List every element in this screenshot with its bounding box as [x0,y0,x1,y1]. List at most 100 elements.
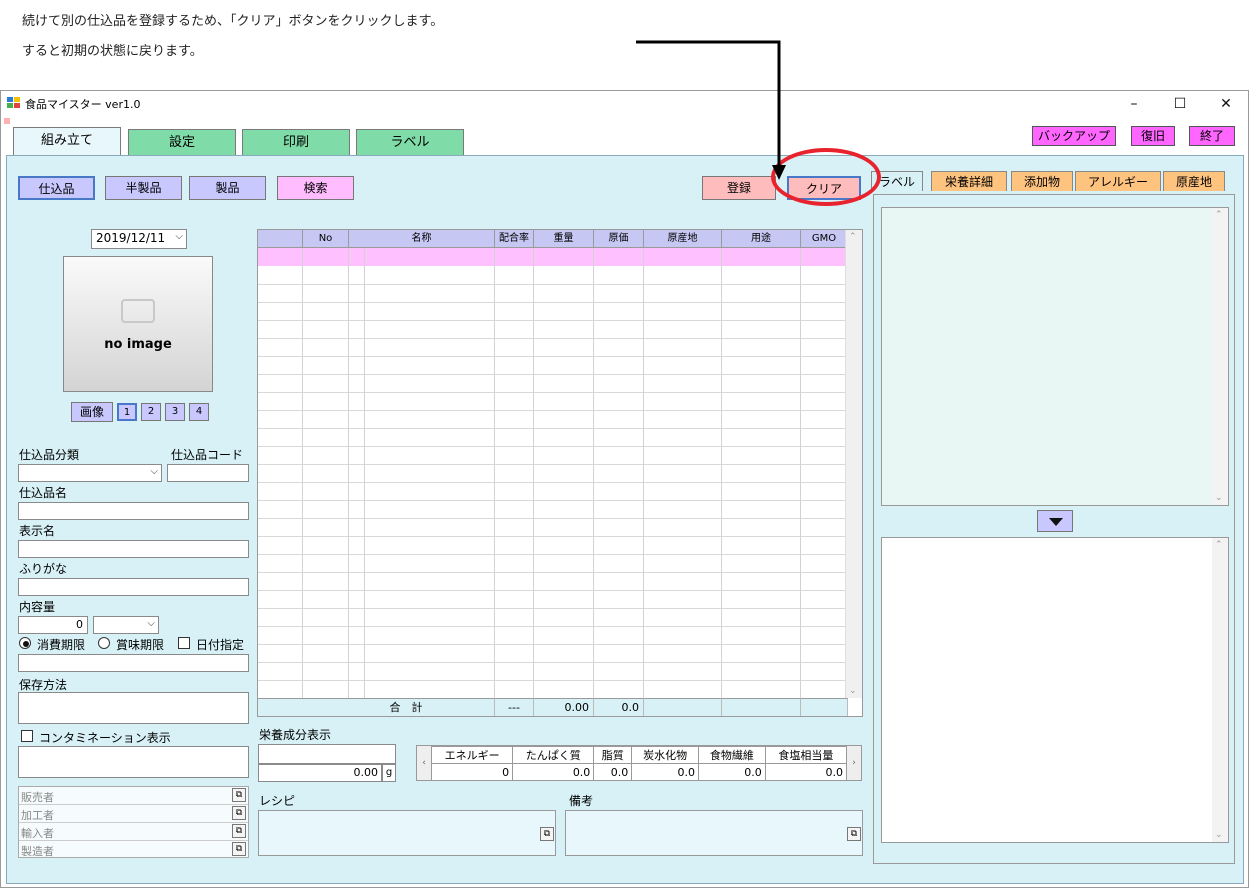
table-row[interactable] [258,536,848,555]
table-row[interactable] [258,302,848,321]
table-row[interactable] [258,554,848,573]
label-text-area[interactable]: ⌃ ⌄ [881,537,1229,843]
scroll-right-icon[interactable]: › [847,746,861,780]
notes-input[interactable]: ⧉ [565,810,863,856]
nutri-value: 0.0 [764,763,848,781]
category-product-button[interactable]: 製品 [189,176,266,200]
table-row[interactable] [258,392,848,411]
tab-label[interactable]: ラベル [356,129,464,155]
table-row[interactable] [258,410,848,429]
radio-consume-label: 消費期限 [37,638,86,652]
tab-settings[interactable]: 設定 [128,129,236,155]
minimize-button[interactable]: – [1111,93,1157,115]
backup-button[interactable]: バックアップ [1032,126,1116,146]
content-unit-select[interactable]: ⌵ [93,616,159,634]
radio-consume[interactable] [19,637,31,649]
tab-additives[interactable]: 添加物 [1011,171,1073,191]
table-row[interactable] [258,500,848,519]
grid-header-name: 名称 [349,230,495,248]
grid-col-line [494,248,495,698]
category-select[interactable]: ⌵ [18,464,162,482]
table-row[interactable] [258,680,848,699]
nutrition-amount-input[interactable]: 0.00 [258,764,382,782]
grid-col-line [643,248,644,698]
expand-down-button[interactable] [1037,510,1073,532]
table-row[interactable] [258,284,848,303]
grid-footer-origin [644,698,722,716]
table-row[interactable] [258,338,848,357]
scroll-down-icon[interactable]: ⌄ [1215,493,1223,503]
code-input[interactable] [167,464,249,482]
table-row[interactable] [258,662,848,681]
date-specify-checkbox[interactable] [178,637,190,649]
table-row[interactable] [258,608,848,627]
image-page-3[interactable]: 3 [165,403,185,421]
radio-best-before[interactable] [98,637,110,649]
register-button[interactable]: 登録 [702,176,776,200]
selected-row[interactable] [258,248,848,266]
storage-input[interactable] [18,692,249,724]
grid-header-gmo: GMO [801,230,848,248]
nutrition-name-input[interactable] [258,744,396,764]
date-picker[interactable]: 2019/12/11 ⌵ [91,229,187,249]
close-button[interactable]: ✕ [1203,93,1249,115]
recipe-input[interactable]: ⧉ [258,810,556,856]
scroll-up-icon[interactable]: ⌃ [849,232,857,242]
exit-button[interactable]: 終了 [1189,126,1235,146]
grid-col-line [364,248,365,698]
name-input[interactable] [18,502,249,520]
image-page-4[interactable]: 4 [189,403,209,421]
scroll-down-icon[interactable]: ⌄ [1215,830,1223,840]
copy-icon[interactable]: ⧉ [847,827,861,841]
table-row[interactable] [258,374,848,393]
table-row[interactable] [258,518,848,537]
grid-scrollbar[interactable]: ⌃ ⌄ [845,230,862,698]
label-preview-scrollbar[interactable]: ⌃ ⌄ [1212,208,1228,505]
scroll-up-icon[interactable]: ⌃ [1215,540,1223,550]
table-row[interactable] [258,428,848,447]
tab-allergy[interactable]: アレルギー [1075,171,1161,191]
ingredient-grid[interactable]: No 名称 配合率 重量 原価 原産地 用途 GMO 合 計 --- 0.00 … [257,229,863,717]
category-shikomi-button[interactable]: 仕込品 [18,176,95,200]
contamination-checkbox[interactable] [21,730,33,742]
copy-icon[interactable]: ⧉ [232,842,246,856]
copy-icon[interactable]: ⧉ [232,824,246,838]
furigana-input[interactable] [18,578,249,596]
tab-nutrition-detail[interactable]: 栄養詳細 [931,171,1007,191]
contamination-input[interactable] [18,746,249,778]
tab-origin[interactable]: 原産地 [1163,171,1225,191]
maximize-button[interactable]: ☐ [1157,93,1203,115]
search-button[interactable]: 検索 [277,176,354,200]
image-button[interactable]: 画像 [71,402,113,422]
expiry-input[interactable] [18,654,249,672]
table-row[interactable] [258,464,848,483]
table-row[interactable] [258,626,848,645]
table-row[interactable] [258,356,848,375]
table-row[interactable] [258,590,848,609]
display-name-input[interactable] [18,540,249,558]
copy-icon[interactable]: ⧉ [232,788,246,802]
scroll-down-icon[interactable]: ⌄ [849,686,857,696]
scroll-up-icon[interactable]: ⌃ [1215,210,1223,220]
table-row[interactable] [258,644,848,663]
content-input[interactable]: 0 [18,616,88,634]
table-row[interactable] [258,572,848,591]
tab-print[interactable]: 印刷 [242,129,350,155]
table-row[interactable] [258,446,848,465]
tab-assembly[interactable]: 組み立て [13,127,121,155]
copy-icon[interactable]: ⧉ [540,827,554,841]
image-page-1[interactable]: 1 [117,403,137,421]
chevron-down-icon: ⌵ [150,466,158,477]
table-row[interactable] [258,266,848,285]
nutrition-table-wrap: ‹ エネルギー たんぱく質 脂質 炭水化物 食物繊維 食塩相当量 0 0.0 0… [416,745,862,781]
table-row[interactable] [258,320,848,339]
grid-header-select [258,230,303,248]
scroll-left-icon[interactable]: ‹ [417,746,431,780]
image-page-2[interactable]: 2 [141,403,161,421]
restore-button[interactable]: 復旧 [1131,126,1175,146]
table-row[interactable] [258,482,848,501]
category-semi-product-button[interactable]: 半製品 [105,176,182,200]
label-preview-area[interactable]: ⌃ ⌄ [881,207,1229,506]
copy-icon[interactable]: ⧉ [232,806,246,820]
label-text-scrollbar[interactable]: ⌃ ⌄ [1212,538,1228,842]
